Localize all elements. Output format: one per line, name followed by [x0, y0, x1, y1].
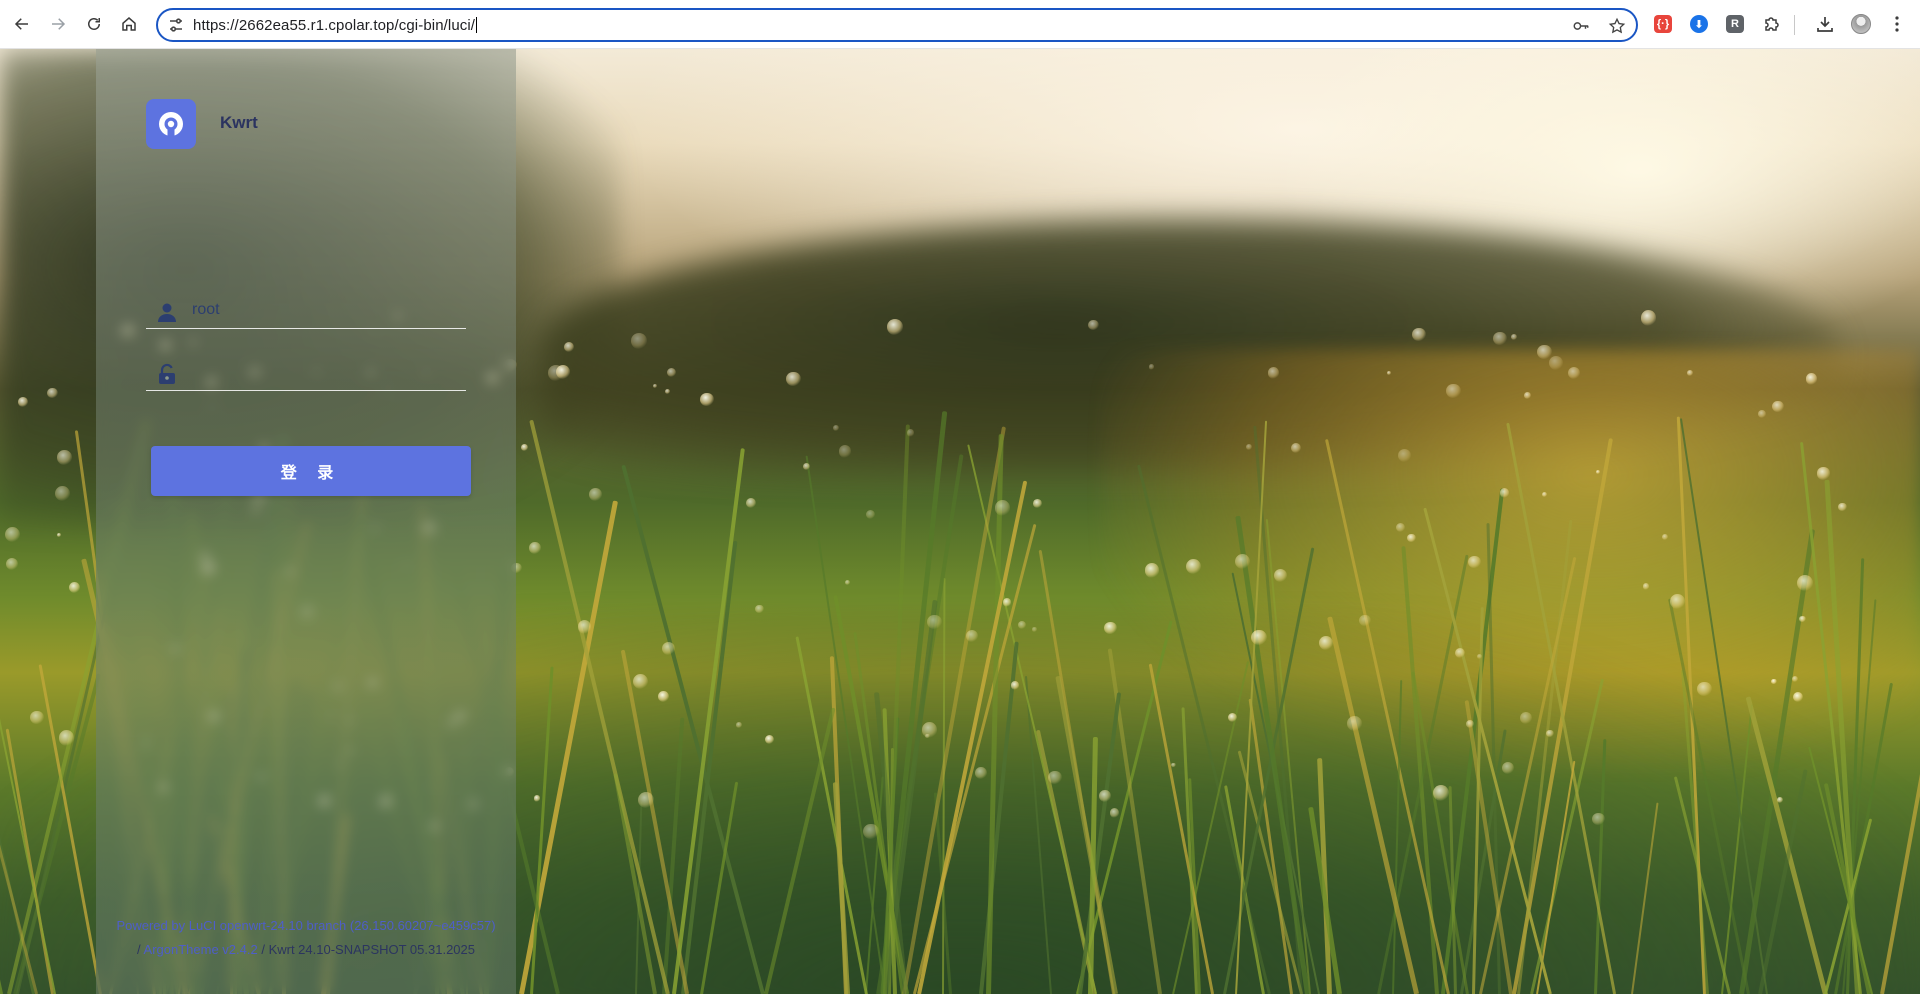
back-arrow-icon[interactable]: [10, 12, 34, 36]
footer: Powered by LuCI openwrt-24.10 branch (26…: [96, 914, 516, 962]
login-button[interactable]: 登 录: [151, 446, 471, 496]
ext-r-icon[interactable]: R: [1726, 15, 1744, 33]
star-icon[interactable]: [1608, 17, 1626, 35]
brand-logo-icon: [146, 99, 196, 149]
kebab-menu-icon[interactable]: [1887, 14, 1907, 34]
username-field[interactable]: [146, 293, 466, 329]
forward-arrow-icon[interactable]: [46, 12, 70, 36]
toolbar-divider: [1794, 15, 1795, 35]
tune-icon[interactable]: [168, 17, 184, 33]
brand-name: Kwrt: [220, 113, 258, 132]
download-icon[interactable]: [1815, 14, 1835, 34]
username-input[interactable]: [192, 297, 462, 323]
home-icon[interactable]: [117, 12, 141, 36]
browser-toolbar: https://2662ea55.r1.cpolar.top/cgi-bin/l…: [0, 0, 1920, 49]
ext-red-icon[interactable]: {·}: [1654, 15, 1672, 33]
footer-powered-by: Powered by LuCI openwrt-24.10 branch (26…: [96, 914, 516, 938]
luci-link[interactable]: Powered by LuCI openwrt-24.10 branch (26…: [116, 918, 495, 933]
password-field[interactable]: [146, 355, 466, 391]
password-input[interactable]: [192, 359, 462, 385]
reload-icon[interactable]: [82, 12, 106, 36]
address-bar[interactable]: https://2662ea55.r1.cpolar.top/cgi-bin/l…: [156, 8, 1638, 42]
ext-blue-icon[interactable]: ⬇: [1690, 15, 1708, 33]
footer-version-line: / ArgonTheme v2.4.2 / Kwrt 24.10-SNAPSHO…: [96, 938, 516, 962]
key-icon[interactable]: [1572, 17, 1590, 35]
footer-separator: /: [137, 942, 141, 957]
unlock-icon: [156, 363, 178, 385]
footer-version: / Kwrt 24.10-SNAPSHOT 05.31.2025: [261, 942, 475, 957]
user-icon: [156, 301, 178, 323]
login-panel: Kwrt 登 录 Powered by LuCI openwrt-24.10 b…: [96, 49, 516, 994]
url-text[interactable]: https://2662ea55.r1.cpolar.top/cgi-bin/l…: [193, 17, 478, 34]
login-page-background: Kwrt 登 录 Powered by LuCI openwrt-24.10 b…: [0, 49, 1920, 994]
profile-avatar-icon[interactable]: [1851, 14, 1871, 34]
argon-theme-link[interactable]: ArgonTheme v2.4.2: [144, 942, 258, 957]
extensions-puzzle-icon[interactable]: [1762, 14, 1782, 34]
